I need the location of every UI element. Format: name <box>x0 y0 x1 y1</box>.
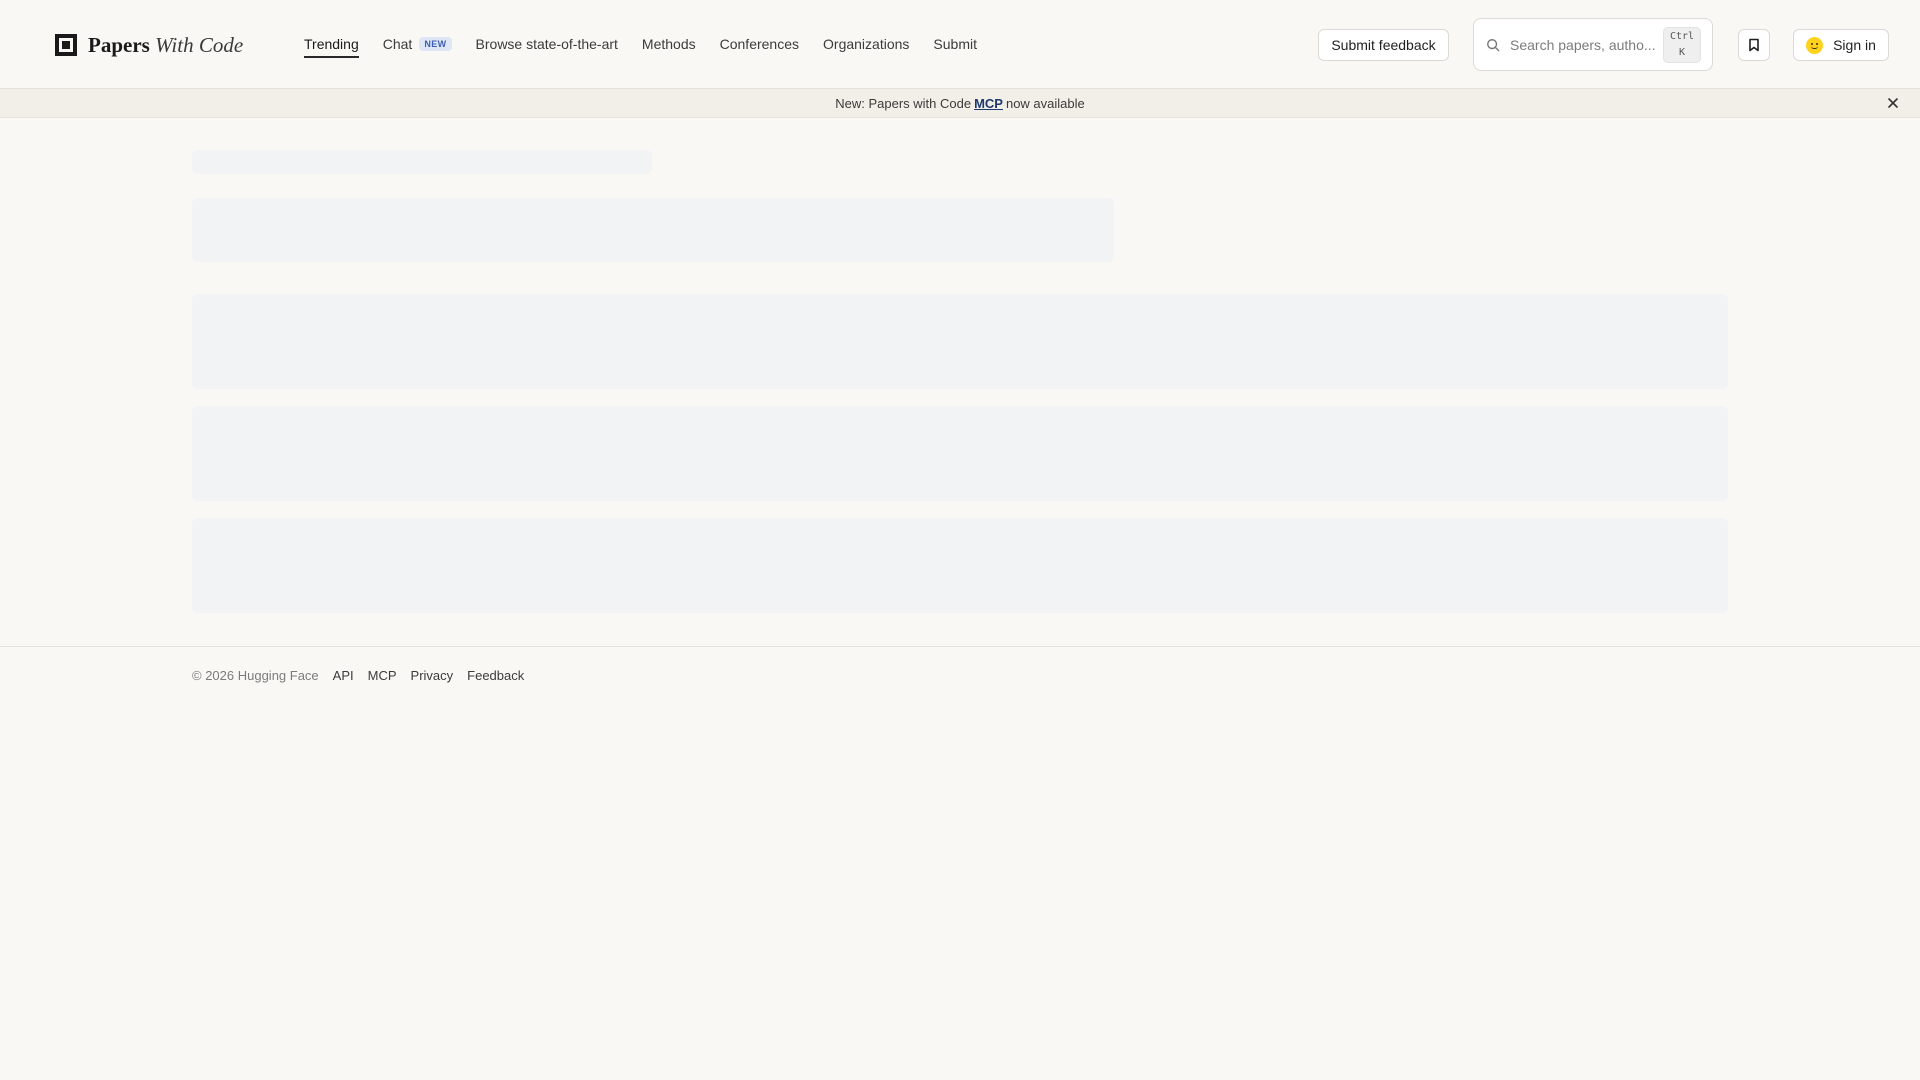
footer-link-mcp[interactable]: MCP <box>368 668 397 683</box>
nav-chat[interactable]: Chat NEW <box>383 24 452 64</box>
footer-link-feedback[interactable]: Feedback <box>467 668 524 683</box>
footer-divider <box>0 646 1920 647</box>
logo-mark-icon <box>55 34 77 56</box>
bookmark-icon <box>1749 38 1759 52</box>
logo-wordmark: Papers With Code <box>88 33 243 58</box>
nav-methods[interactable]: Methods <box>642 24 696 64</box>
footer-link-api[interactable]: API <box>333 668 354 683</box>
shortcut-k: K <box>1678 46 1686 58</box>
banner-mcp-link[interactable]: MCP <box>974 96 1003 111</box>
site-logo[interactable]: Papers With Code <box>55 29 243 61</box>
nav-methods-label: Methods <box>641 36 696 52</box>
nav-conferences[interactable]: Conferences <box>720 24 799 64</box>
hugging-face-icon <box>1806 36 1824 54</box>
close-icon[interactable] <box>1886 96 1900 110</box>
top-header: Papers With Code Trending Chat NEW Brows… <box>0 0 1920 89</box>
logo-wordmark-secondary: With Code <box>155 32 244 57</box>
nav-submit-label: Submit <box>933 36 977 52</box>
footer-link-privacy[interactable]: Privacy <box>411 668 454 683</box>
skeleton-card <box>192 294 1728 389</box>
nav-trending-label: Trending <box>304 36 359 52</box>
banner-suffix: now available <box>1005 95 1085 111</box>
search-input[interactable] <box>1510 36 1663 53</box>
nav-browse-sota-label: Browse state-of-the-art <box>475 36 618 52</box>
submit-feedback-button[interactable]: Submit feedback <box>1318 29 1449 61</box>
bookmarks-button[interactable] <box>1738 29 1770 61</box>
nav-submit[interactable]: Submit <box>933 24 977 64</box>
sign-in-label: Sign in <box>1833 37 1876 53</box>
nav-organizations-label: Organizations <box>823 36 910 52</box>
skeleton-title <box>192 150 652 174</box>
nav-chat-label: Chat <box>382 36 413 52</box>
logo-wordmark-primary: Papers <box>88 32 150 57</box>
shortcut-ctrl: Ctrl <box>1669 30 1695 42</box>
announcement-banner: New: Papers with Code MCP now available <box>0 89 1920 118</box>
skeleton-card <box>192 518 1728 613</box>
nav-organizations[interactable]: Organizations <box>823 24 909 64</box>
sign-in-button[interactable]: Sign in <box>1793 29 1889 61</box>
banner-prefix: New: Papers with Code <box>835 95 972 111</box>
search-box[interactable]: Ctrl K <box>1473 18 1713 71</box>
footer-links: © 2026 Hugging Face API MCP Privacy Feed… <box>192 665 524 685</box>
nav-conferences-label: Conferences <box>719 36 800 52</box>
skeleton-card <box>192 406 1728 501</box>
skeleton-subtitle <box>192 198 1114 262</box>
new-badge: NEW <box>419 37 452 51</box>
main-nav: Trending Chat NEW Browse state-of-the-ar… <box>304 24 977 64</box>
footer-copyright: © 2026 Hugging Face <box>192 667 319 683</box>
nav-browse-sota[interactable]: Browse state-of-the-art <box>476 24 618 64</box>
search-icon <box>1487 38 1500 51</box>
nav-trending[interactable]: Trending <box>304 24 359 64</box>
search-shortcut-hint: Ctrl K <box>1663 26 1701 63</box>
